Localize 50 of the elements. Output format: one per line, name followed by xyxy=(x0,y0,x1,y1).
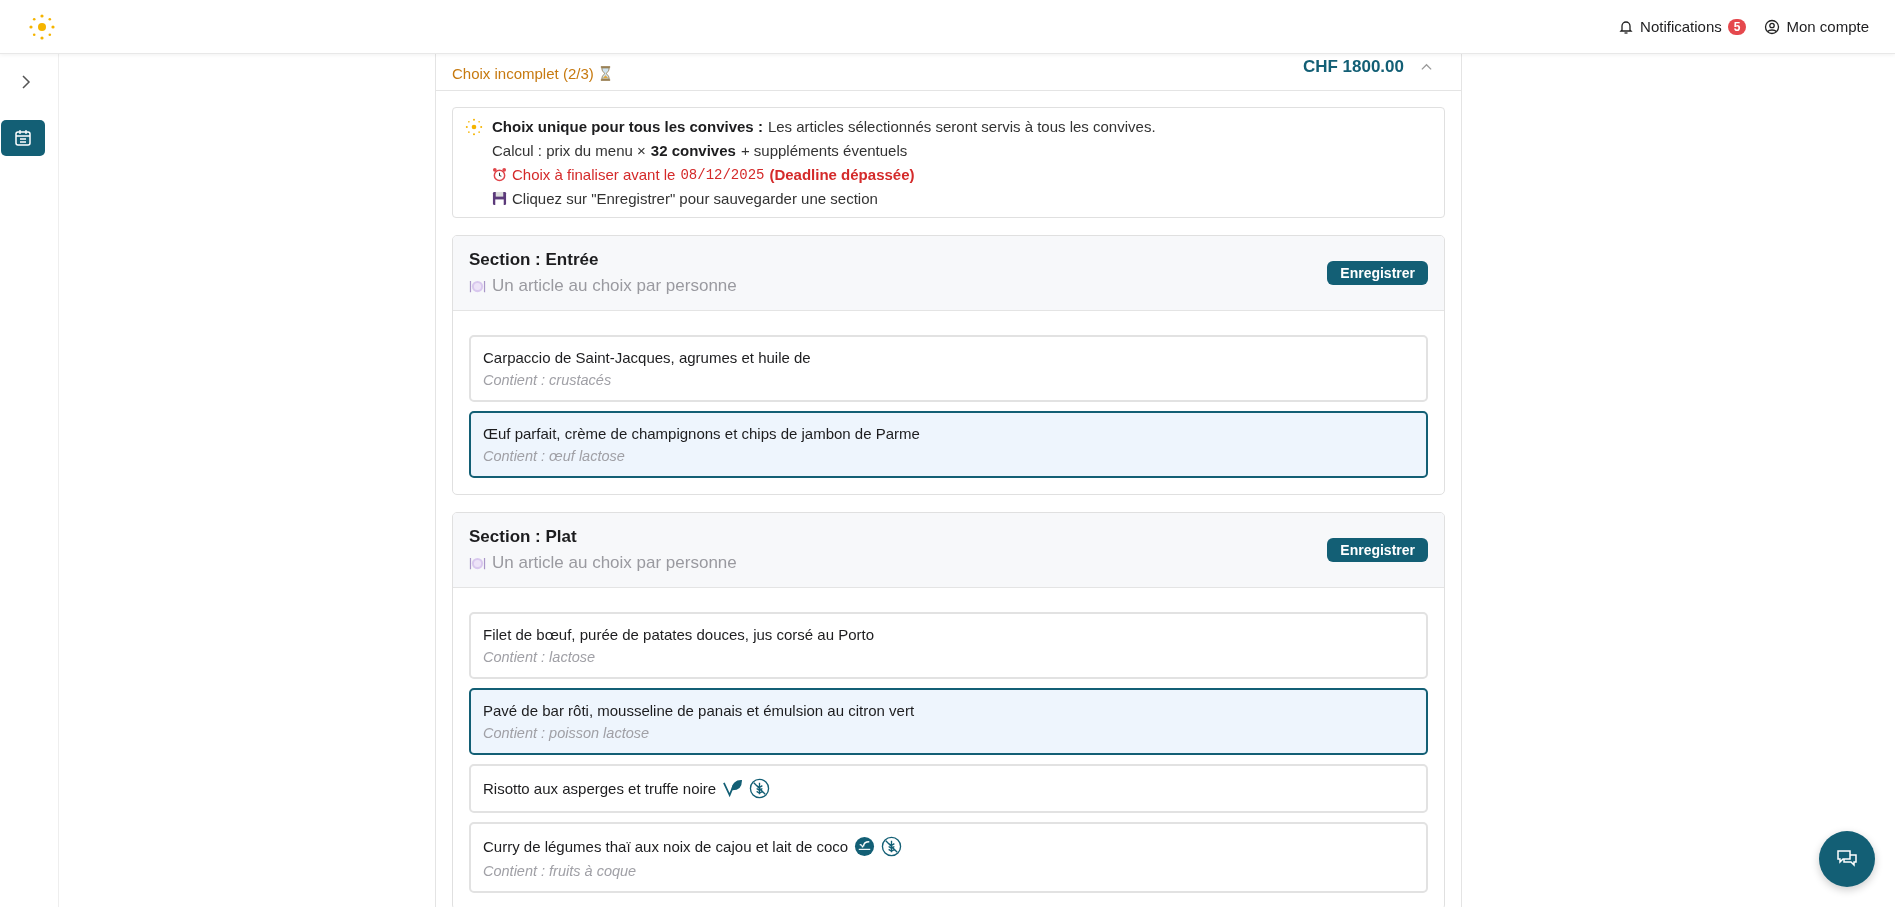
notifications-link[interactable]: Notifications 5 xyxy=(1618,18,1747,35)
menu-item[interactable]: Risotto aux asperges et truffe noire xyxy=(469,764,1428,813)
save-hint: Cliquez sur "Enregistrer" pour sauvegarder une section xyxy=(512,190,878,207)
item-name: Pavé de bar rôti, mousseline de panais et émulsion au citron vert xyxy=(483,702,915,719)
sparkle-icon xyxy=(465,118,483,136)
notification-count: 5 xyxy=(1727,18,1747,35)
bell-icon xyxy=(1618,18,1635,35)
price-text: CHF 1800.00 xyxy=(1302,57,1404,77)
item-name: Risotto aux asperges et truffe noire xyxy=(483,780,717,797)
item-name: Carpaccio de Saint-Jacques, agrumes et huile de xyxy=(483,349,811,366)
plate-icon xyxy=(469,278,486,294)
menu-item[interactable]: Carpaccio de Saint-Jacques, agrumes et huile de Contient : crustacés xyxy=(469,335,1428,402)
wheat-icon xyxy=(881,836,903,857)
menu-item[interactable]: Œuf parfait, crème de champignons et chips de jambon de Parme Contient : œuf lactose xyxy=(469,411,1428,478)
save-button[interactable]: Enregistrer xyxy=(1327,261,1428,285)
deadline-note: (Deadline dépassée) xyxy=(769,166,915,183)
item-name: Curry de légumes thaï aux noix de cajou et lait de coco xyxy=(483,838,849,855)
section-subtitle: Un article au choix par personne xyxy=(492,553,737,573)
leaf-badge-icon xyxy=(854,836,876,857)
allergen-text: Contient : œuf lactose xyxy=(483,448,626,464)
deadline-date: 08/12/2025 xyxy=(680,166,765,183)
wheat-icon xyxy=(749,778,771,799)
item-name: Filet de bœuf, purée de patates douces, jus corsé au Porto xyxy=(483,626,875,643)
section-title: Section : Entrée xyxy=(469,250,600,270)
section-subtitle: Un article au choix par personne xyxy=(492,276,737,296)
menu-item[interactable]: Pavé de bar rôti, mousseline de panais et émulsion au citron vert Contient : poisson lactose xyxy=(469,688,1428,755)
section-title: Section : Plat xyxy=(469,527,578,547)
item-name: Œuf parfait, crème de champignons et chips de jambon de Parme xyxy=(483,425,920,442)
allergen-text: Contient : poisson lactose xyxy=(483,725,651,741)
menu-item[interactable]: Curry de légumes thaï aux noix de cajou et lait de coco Contient : fruits à coque xyxy=(469,822,1428,893)
account-link[interactable]: Mon compte xyxy=(1764,18,1869,35)
user-icon xyxy=(1764,18,1781,35)
status-text: Choix incomplet (2/3) xyxy=(452,65,594,82)
alarm-clock-icon xyxy=(492,167,507,182)
allergen-text: Contient : crustacés xyxy=(483,372,613,388)
info-text: Les articles sélectionnés seront servis à tous les convives. xyxy=(767,118,1156,135)
leaf-icon xyxy=(722,778,744,799)
deadline-label: Choix à finaliser avant le xyxy=(512,166,676,183)
allergen-text: Contient : lactose xyxy=(483,649,597,665)
calc-text: Calcul : prix du menu × 32 convives + suppléments éventuels xyxy=(492,142,909,159)
chat-button[interactable] xyxy=(1819,831,1875,887)
allergen-text: Contient : fruits à coque xyxy=(483,863,638,879)
calendar-button[interactable] xyxy=(1,120,45,156)
calendar-icon xyxy=(13,128,33,148)
info-title: Choix unique pour tous les convives : xyxy=(492,118,763,135)
logo-icon xyxy=(28,12,56,41)
save-button[interactable]: Enregistrer xyxy=(1327,538,1428,562)
plate-icon xyxy=(469,555,486,571)
menu-item[interactable]: Filet de bœuf, purée de patates douces, jus corsé au Porto Contient : lactose xyxy=(469,612,1428,679)
hourglass-icon xyxy=(598,66,612,81)
